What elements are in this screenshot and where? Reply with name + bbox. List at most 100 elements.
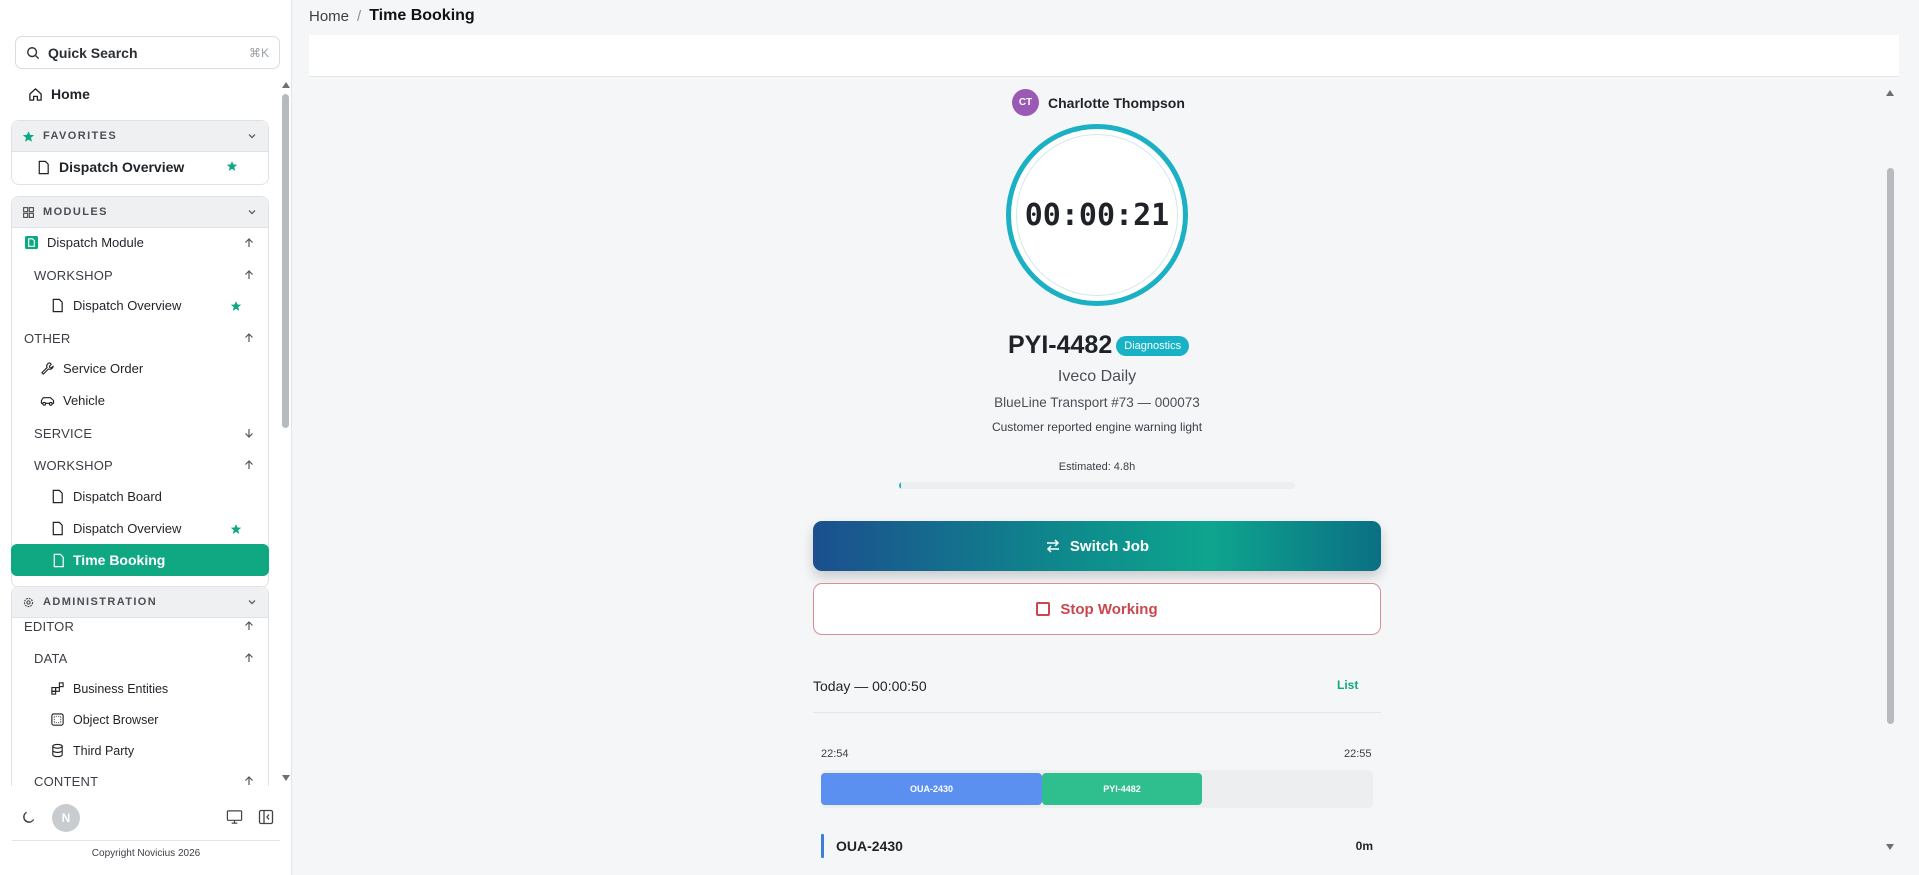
car-icon — [40, 397, 55, 406]
favorites-title: FAVORITES — [43, 130, 118, 142]
star-icon[interactable] — [230, 523, 242, 535]
avatar[interactable]: N — [52, 804, 80, 832]
scroll-up-icon[interactable] — [282, 82, 290, 88]
sidebar-item-dispatch-board[interactable]: Dispatch Board — [50, 489, 162, 504]
scroll-down-icon[interactable] — [282, 775, 290, 781]
sidebar-nav: Home FAVORITES Dispatch Overview MODULES — [0, 78, 282, 786]
sidebar-scrollbar-thumb[interactable] — [282, 94, 289, 428]
section-data[interactable]: DATA — [34, 651, 68, 666]
timeline-segment[interactable]: OUA-2430 — [821, 773, 1042, 805]
section-editor[interactable]: EDITOR — [24, 619, 74, 634]
arrow-up-icon[interactable] — [243, 459, 255, 471]
switch-job-button[interactable]: Switch Job — [813, 521, 1381, 571]
switch-job-label: Switch Job — [1069, 537, 1150, 555]
timer-ring: 00:00:21 — [1006, 124, 1188, 306]
modules-header[interactable]: MODULES — [12, 197, 268, 228]
list-item[interactable]: OUA-2430 0m — [821, 834, 1373, 858]
favorites-header[interactable]: FAVORITES — [12, 121, 268, 152]
quick-search-label: Quick Search — [48, 44, 138, 61]
collapse-sidebar-icon[interactable] — [258, 809, 274, 825]
sidebar-item-third-party[interactable]: Third Party — [50, 743, 134, 758]
sidebar-item-label: Dispatch Overview — [73, 298, 182, 313]
sidebar: Quick Search ⌘K Home FAVORITES Dispatch … — [0, 0, 292, 875]
job-model: Iveco Daily — [1057, 368, 1137, 385]
sidebar-item-label: Time Booking — [73, 552, 166, 568]
stop-working-button[interactable]: Stop Working — [813, 583, 1381, 635]
timeline-start: 22:54 — [821, 748, 849, 760]
quick-search-shortcut: ⌘K — [248, 45, 269, 60]
sidebar-item-dispatch-overview-2[interactable]: Dispatch Overview — [50, 521, 181, 536]
sidebar-item-home[interactable]: Home — [28, 86, 90, 102]
moon-icon[interactable] — [21, 810, 36, 825]
browser-icon — [51, 713, 64, 726]
arrow-up-icon[interactable] — [243, 332, 255, 344]
module-icon — [24, 235, 39, 250]
administration-title: ADMINISTRATION — [43, 596, 158, 608]
timeline: OUA-2430 PYI-4482 — [821, 770, 1373, 808]
sidebar-item-label: Dispatch Board — [73, 489, 162, 504]
sidebar-item-time-booking[interactable]: Time Booking — [11, 544, 269, 576]
gear-icon — [23, 597, 34, 607]
sidebar-item-service-order[interactable]: Service Order — [40, 361, 143, 376]
administration-header[interactable]: ADMINISTRATION — [12, 587, 268, 618]
list-view-link[interactable]: List — [1337, 678, 1358, 692]
scroll-up-icon[interactable] — [1886, 90, 1894, 96]
page-title: Time Booking — [369, 7, 475, 24]
wrench-icon — [41, 362, 54, 375]
timeline-end: 22:55 — [1344, 748, 1372, 760]
arrow-down-icon[interactable] — [243, 427, 255, 439]
chevron-down-icon — [248, 210, 256, 215]
section-workshop[interactable]: WORKSHOP — [34, 268, 113, 283]
sidebar-item-label: Home — [51, 86, 90, 102]
sidebar-item-business-entities[interactable]: Business Entities — [50, 681, 168, 696]
arrow-up-icon[interactable] — [243, 620, 255, 632]
sidebar-item-dispatch-overview[interactable]: Dispatch Overview — [50, 298, 181, 313]
favorites-group: FAVORITES — [11, 120, 269, 185]
grid-icon — [23, 206, 34, 218]
document-icon — [53, 553, 64, 567]
document-icon — [52, 489, 63, 504]
sidebar-item-vehicle[interactable]: Vehicle — [40, 393, 105, 408]
timer-value: 00:00:21 — [1024, 197, 1170, 233]
job-progress-fill — [899, 482, 901, 489]
monitor-icon[interactable] — [226, 809, 243, 825]
arrow-up-icon[interactable] — [243, 652, 255, 664]
star-icon[interactable] — [230, 300, 242, 312]
user-avatar: CT — [1012, 89, 1039, 116]
favorite-item-label: Dispatch Overview — [59, 159, 185, 175]
timeline-segment[interactable]: PYI-4482 — [1042, 773, 1202, 805]
chevron-down-icon — [248, 600, 256, 605]
star-icon[interactable] — [226, 160, 238, 172]
divider — [12, 840, 280, 841]
sidebar-item-object-browser[interactable]: Object Browser — [50, 712, 158, 727]
document-icon — [52, 521, 63, 536]
status-badge: Diagnostics — [1116, 335, 1190, 356]
favorite-item-dispatch-overview[interactable]: Dispatch Overview — [36, 159, 184, 175]
today-summary: Today — 00:00:50 — [813, 678, 927, 694]
section-workshop-2[interactable]: WORKSHOP — [34, 458, 113, 473]
job-header: PYI-4482 Diagnostics — [1008, 331, 1190, 360]
stop-working-label: Stop Working — [1060, 600, 1158, 618]
modules-title: MODULES — [43, 206, 108, 218]
arrow-up-icon[interactable] — [243, 775, 255, 786]
sidebar-item-label: Dispatch Overview — [73, 521, 182, 536]
document-icon — [52, 298, 63, 313]
main-scrollbar-thumb[interactable] — [1887, 168, 1894, 724]
stop-icon — [1036, 602, 1051, 616]
section-service[interactable]: SERVICE — [34, 426, 92, 441]
arrow-up-icon[interactable] — [243, 269, 255, 281]
sidebar-item-dispatch-module[interactable]: Dispatch Module — [24, 235, 144, 250]
document-icon — [38, 160, 49, 174]
section-content[interactable]: CONTENT — [34, 774, 98, 786]
breadcrumb-home[interactable]: Home — [309, 8, 349, 25]
arrow-up-icon[interactable] — [243, 237, 255, 249]
entry-code: OUA-2430 — [836, 838, 903, 854]
home-icon — [29, 87, 42, 101]
blocks-icon — [51, 682, 64, 695]
quick-search[interactable]: Quick Search ⌘K — [15, 36, 280, 69]
scroll-down-icon[interactable] — [1886, 844, 1894, 850]
sidebar-item-label: Vehicle — [63, 393, 105, 408]
database-icon — [52, 743, 63, 758]
section-other[interactable]: OTHER — [24, 331, 71, 346]
entry-duration: 0m — [1355, 839, 1373, 853]
